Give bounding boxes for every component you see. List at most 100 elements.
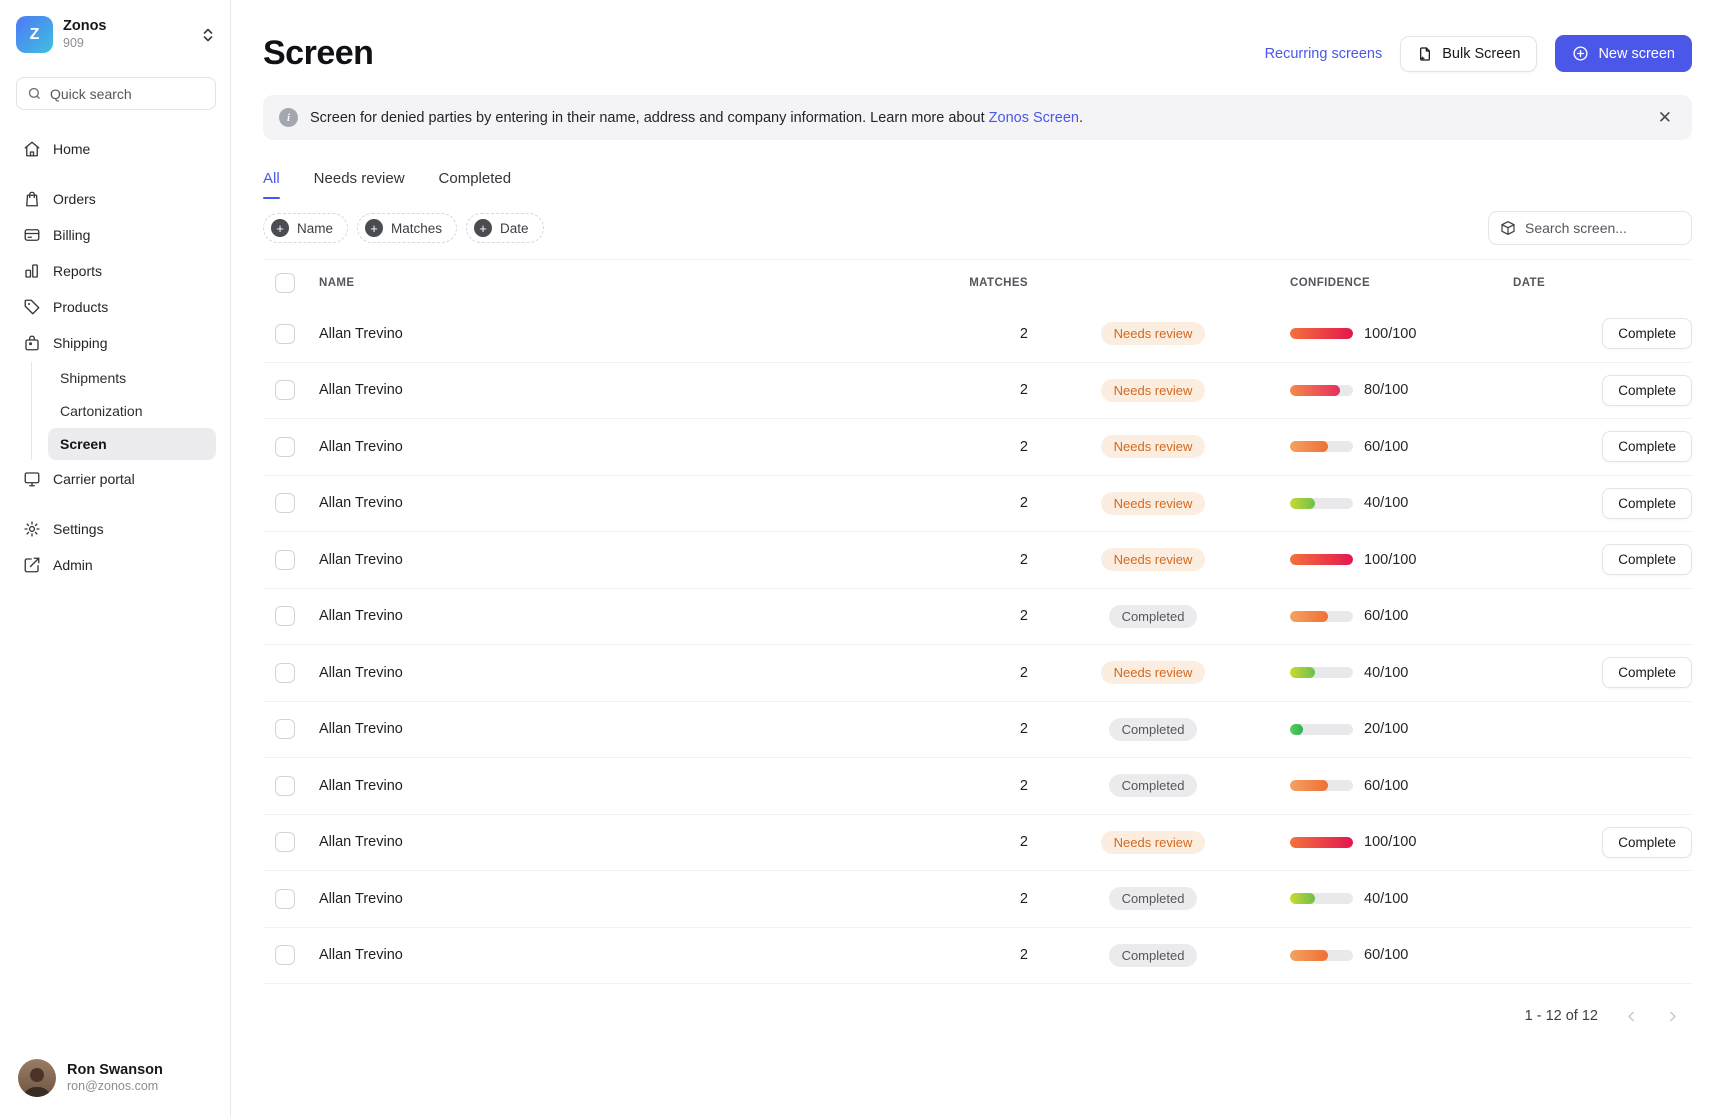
sidebar-item-orders[interactable]: Orders bbox=[16, 182, 216, 215]
bulk-screen-button[interactable]: Bulk Screen bbox=[1400, 36, 1537, 72]
tab-bar: All Needs review Completed bbox=[263, 170, 1692, 199]
confidence-cell: 20/100 bbox=[1278, 721, 1468, 737]
tab-needs-review[interactable]: Needs review bbox=[314, 170, 405, 199]
sidebar-item-home[interactable]: Home bbox=[16, 132, 216, 165]
table-row[interactable]: Allan Trevino 2 Completed 60/100 bbox=[263, 589, 1692, 646]
tab-all[interactable]: All bbox=[263, 170, 280, 199]
table-row[interactable]: Allan Trevino 2 Completed 60/100 bbox=[263, 928, 1692, 985]
row-checkbox[interactable] bbox=[275, 663, 295, 683]
filter-row: + Name + Matches + Date bbox=[263, 211, 1692, 260]
confidence-bar-track bbox=[1290, 441, 1353, 452]
complete-button[interactable]: Complete bbox=[1602, 375, 1692, 406]
new-screen-button[interactable]: New screen bbox=[1555, 35, 1692, 72]
package-icon bbox=[22, 333, 41, 352]
confidence-bar-track bbox=[1290, 554, 1353, 565]
sidebar-item-label: Reports bbox=[53, 263, 102, 279]
confidence-label: 40/100 bbox=[1364, 891, 1408, 907]
table-row[interactable]: Allan Trevino 2 Needs review 60/100 Comp… bbox=[263, 419, 1692, 476]
cube-icon bbox=[1500, 220, 1516, 236]
quick-search-field[interactable] bbox=[50, 86, 205, 102]
complete-button[interactable]: Complete bbox=[1602, 318, 1692, 349]
column-header-matches: MATCHES bbox=[918, 277, 1028, 289]
screen-search-field[interactable] bbox=[1525, 220, 1680, 236]
org-id: 909 bbox=[63, 36, 192, 50]
sidebar-item-reports[interactable]: Reports bbox=[16, 254, 216, 287]
sidebar-item-shipping[interactable]: Shipping bbox=[16, 326, 216, 359]
confidence-bar-track bbox=[1290, 385, 1353, 396]
row-checkbox[interactable] bbox=[275, 493, 295, 513]
sidebar-item-cartonization[interactable]: Cartonization bbox=[48, 395, 216, 427]
sidebar-item-label: Shipping bbox=[53, 335, 108, 351]
row-checkbox[interactable] bbox=[275, 437, 295, 457]
complete-button[interactable]: Complete bbox=[1602, 827, 1692, 858]
confidence-cell: 60/100 bbox=[1278, 778, 1468, 794]
chevron-left-icon[interactable] bbox=[1624, 1009, 1639, 1024]
row-matches: 2 bbox=[918, 778, 1028, 794]
chevron-right-icon[interactable] bbox=[1665, 1009, 1680, 1024]
complete-button[interactable]: Complete bbox=[1602, 431, 1692, 462]
document-plus-icon bbox=[1417, 46, 1433, 62]
row-checkbox[interactable] bbox=[275, 324, 295, 344]
user-menu[interactable]: Ron Swanson ron@zonos.com bbox=[16, 1055, 216, 1101]
sidebar-item-shipments[interactable]: Shipments bbox=[48, 362, 216, 394]
sidebar-item-settings[interactable]: Settings bbox=[16, 512, 216, 545]
table-row[interactable]: Allan Trevino 2 Completed 60/100 bbox=[263, 758, 1692, 815]
info-banner: i Screen for denied parties by entering … bbox=[263, 95, 1692, 140]
table-row[interactable]: Allan Trevino 2 Needs review 40/100 Comp… bbox=[263, 645, 1692, 702]
org-switcher[interactable]: Z Zonos 909 bbox=[16, 14, 216, 53]
org-name: Zonos bbox=[63, 18, 192, 35]
table-row[interactable]: Allan Trevino 2 Needs review 40/100 Comp… bbox=[263, 476, 1692, 533]
table-row[interactable]: Allan Trevino 2 Needs review 80/100 Comp… bbox=[263, 363, 1692, 420]
sidebar-item-label: Orders bbox=[53, 191, 96, 207]
row-checkbox[interactable] bbox=[275, 889, 295, 909]
row-checkbox[interactable] bbox=[275, 550, 295, 570]
confidence-bar-fill bbox=[1290, 893, 1315, 904]
close-icon[interactable]: ✕ bbox=[1654, 109, 1676, 126]
filter-date-pill[interactable]: + Date bbox=[466, 213, 544, 243]
confidence-cell: 60/100 bbox=[1278, 439, 1468, 455]
row-checkbox[interactable] bbox=[275, 606, 295, 626]
row-matches: 2 bbox=[918, 834, 1028, 850]
confidence-bar-fill bbox=[1290, 667, 1315, 678]
confidence-bar-track bbox=[1290, 950, 1353, 961]
table-row[interactable]: Allan Trevino 2 Completed 40/100 bbox=[263, 871, 1692, 928]
table-row[interactable]: Allan Trevino 2 Needs review 100/100 Com… bbox=[263, 306, 1692, 363]
status-badge: Needs review bbox=[1101, 831, 1206, 854]
zonos-screen-link[interactable]: Zonos Screen bbox=[989, 110, 1079, 126]
sidebar-item-screen[interactable]: Screen bbox=[48, 428, 216, 460]
confidence-bar-fill bbox=[1290, 441, 1328, 452]
confidence-bar-track bbox=[1290, 611, 1353, 622]
plus-icon: + bbox=[474, 219, 492, 237]
select-all-checkbox[interactable] bbox=[275, 273, 295, 293]
confidence-cell: 100/100 bbox=[1278, 834, 1468, 850]
complete-button[interactable]: Complete bbox=[1602, 488, 1692, 519]
row-checkbox[interactable] bbox=[275, 832, 295, 852]
quick-search-input[interactable] bbox=[16, 77, 216, 110]
row-checkbox[interactable] bbox=[275, 719, 295, 739]
confidence-bar-fill bbox=[1290, 724, 1303, 735]
sidebar-item-carrier-portal[interactable]: Carrier portal bbox=[16, 462, 216, 495]
confidence-bar-fill bbox=[1290, 837, 1353, 848]
table-row[interactable]: Allan Trevino 2 Needs review 100/100 Com… bbox=[263, 815, 1692, 872]
recurring-screens-link[interactable]: Recurring screens bbox=[1265, 46, 1383, 62]
table-row[interactable]: Allan Trevino 2 Needs review 100/100 Com… bbox=[263, 532, 1692, 589]
sidebar-item-admin[interactable]: Admin bbox=[16, 548, 216, 581]
status-badge: Needs review bbox=[1101, 322, 1206, 345]
filter-matches-pill[interactable]: + Matches bbox=[357, 213, 457, 243]
row-checkbox[interactable] bbox=[275, 380, 295, 400]
screen-search-input[interactable] bbox=[1488, 211, 1692, 245]
filter-name-pill[interactable]: + Name bbox=[263, 213, 348, 243]
complete-button[interactable]: Complete bbox=[1602, 657, 1692, 688]
confidence-bar-track bbox=[1290, 893, 1353, 904]
sidebar-item-products[interactable]: Products bbox=[16, 290, 216, 323]
table-row[interactable]: Allan Trevino 2 Completed 20/100 bbox=[263, 702, 1692, 759]
tab-completed[interactable]: Completed bbox=[439, 170, 512, 199]
status-badge: Needs review bbox=[1101, 492, 1206, 515]
confidence-label: 40/100 bbox=[1364, 495, 1408, 511]
status-badge: Needs review bbox=[1101, 548, 1206, 571]
row-checkbox[interactable] bbox=[275, 776, 295, 796]
complete-button[interactable]: Complete bbox=[1602, 544, 1692, 575]
confidence-cell: 80/100 bbox=[1278, 382, 1468, 398]
sidebar-item-billing[interactable]: Billing bbox=[16, 218, 216, 251]
row-checkbox[interactable] bbox=[275, 945, 295, 965]
